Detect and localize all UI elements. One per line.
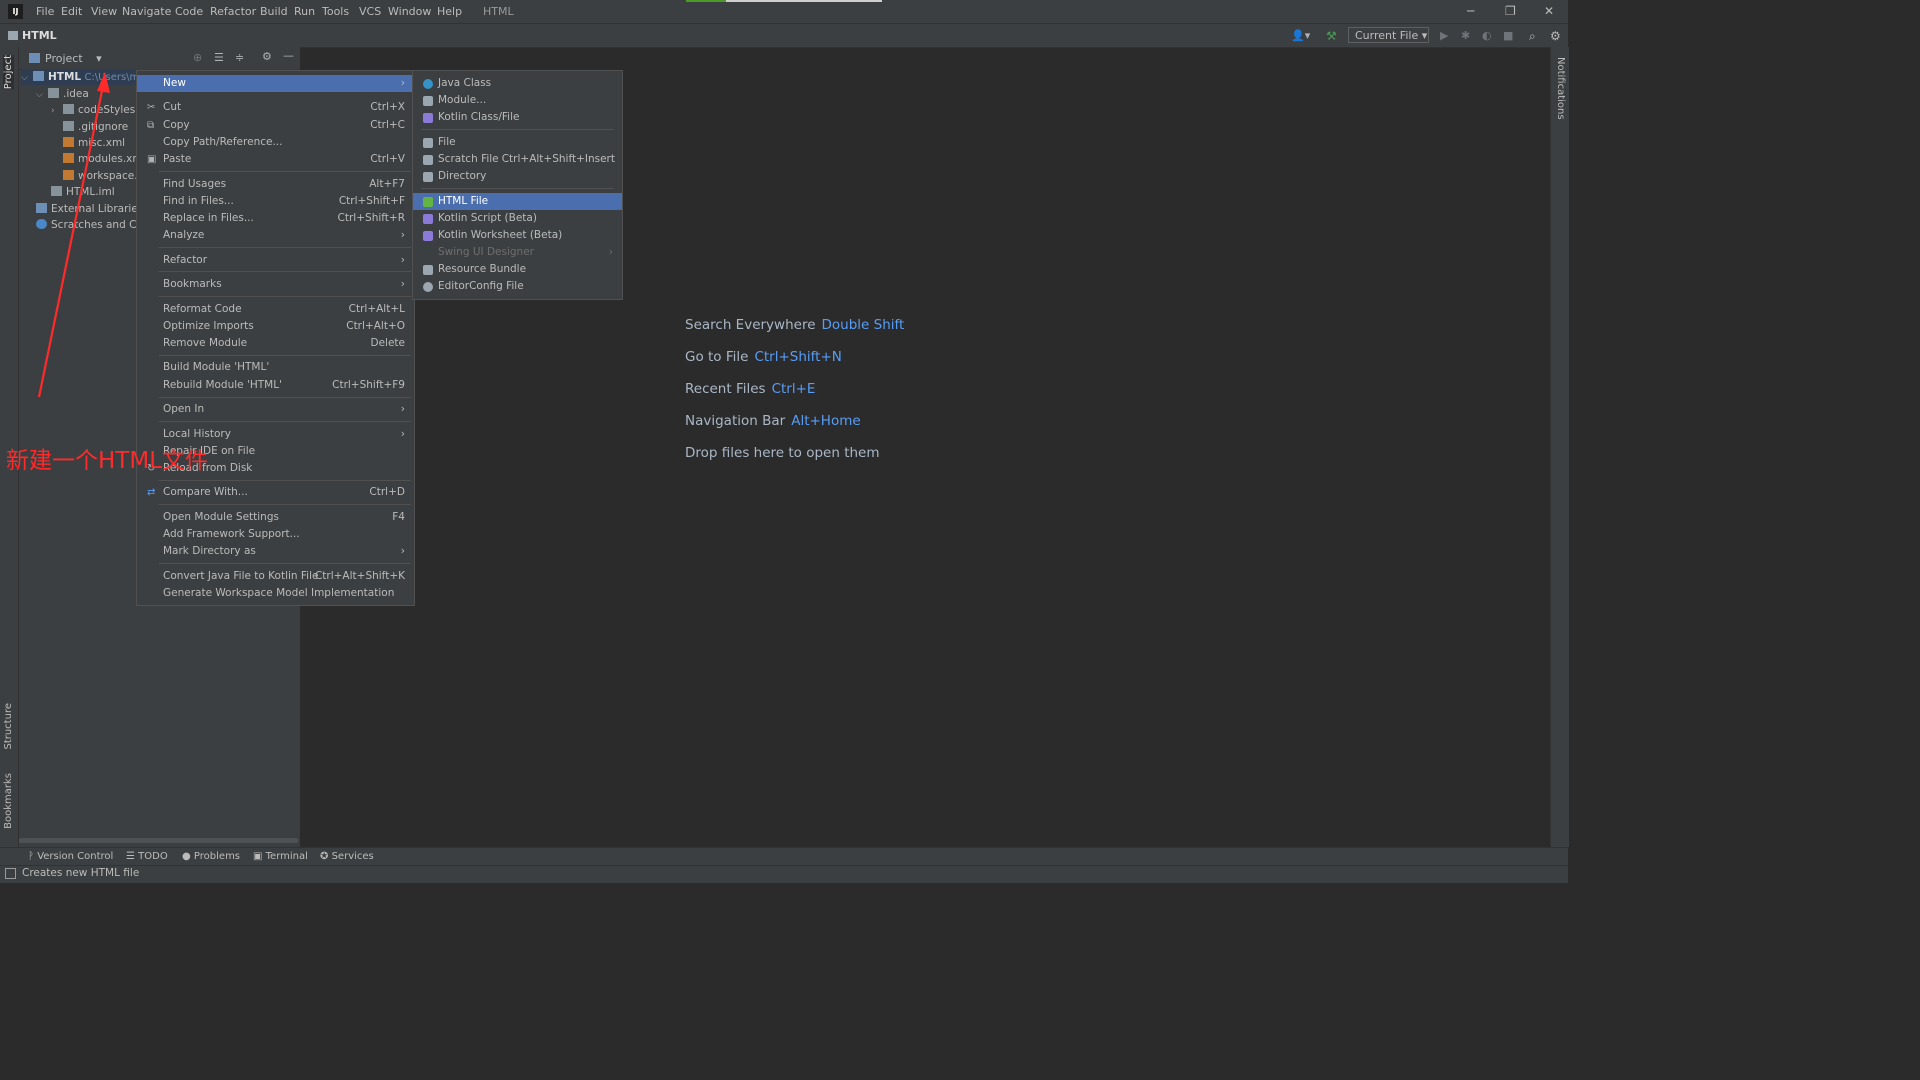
annotation-arrow xyxy=(37,72,110,398)
menu-item-open-module-settings[interactable]: Open Module Settings F4 xyxy=(137,509,414,526)
submenu-item-html-file[interactable]: HTML File xyxy=(413,193,622,210)
menu-window[interactable]: Window xyxy=(388,5,431,18)
folder-icon xyxy=(423,172,433,182)
right-tool-stripe: Notifications xyxy=(1550,47,1569,847)
submenu-item-swing-ui-designer: Swing UI Designer › xyxy=(413,244,622,261)
run-configuration-select[interactable]: Current File ▾ xyxy=(1348,27,1429,43)
hint-navigation-bar: Navigation Bar Alt+Home xyxy=(685,413,861,429)
build-hammer-icon[interactable]: ⚒ xyxy=(1326,29,1337,43)
menu-separator xyxy=(421,188,614,189)
kotlin-icon xyxy=(423,113,433,123)
terminal-icon: ▣ xyxy=(253,851,263,862)
structure-tool-tab[interactable]: Structure xyxy=(3,703,14,750)
submenu-item-kotlin-worksheet[interactable]: Kotlin Worksheet (Beta) xyxy=(413,227,622,244)
menu-separator xyxy=(159,480,411,481)
submenu-item-module[interactable]: Module... xyxy=(413,92,622,109)
menu-help[interactable]: Help xyxy=(437,5,462,18)
menu-vcs[interactable]: VCS xyxy=(359,5,381,18)
menu-item-convert-java-to-kotlin[interactable]: Convert Java File to Kotlin File Ctrl+Alt… xyxy=(137,568,414,585)
tool-window-bar: ᚹ Version Control ☰ TODO ● Problems ▣ Te… xyxy=(0,847,1568,866)
chevron-right-icon: › xyxy=(400,403,405,415)
menu-separator xyxy=(421,129,614,130)
tool-window-todo[interactable]: ☰ TODO xyxy=(126,851,168,862)
chevron-right-icon: › xyxy=(400,278,405,290)
submenu-item-file[interactable]: File xyxy=(413,134,622,151)
window-title: HTML xyxy=(483,5,514,18)
services-icon: ✪ xyxy=(320,851,329,862)
info-icon: ● xyxy=(182,851,191,862)
chevron-right-icon: › xyxy=(400,229,405,241)
file-icon xyxy=(423,138,433,148)
branch-icon: ᚹ xyxy=(28,851,34,862)
menu-item-compare-with[interactable]: ⇄ Compare With... Ctrl+D xyxy=(137,484,414,501)
chevron-right-icon: › xyxy=(400,254,405,266)
submenu-item-kotlin-class[interactable]: Kotlin Class/File xyxy=(413,109,622,126)
tool-window-services[interactable]: ✪ Services xyxy=(320,851,374,862)
menu-item-mark-directory-as[interactable]: Mark Directory as › xyxy=(137,543,414,560)
bookmarks-tool-tab[interactable]: Bookmarks xyxy=(3,773,14,829)
chevron-right-icon: › xyxy=(400,77,405,89)
hint-go-to-file: Go to File Ctrl+Shift+N xyxy=(685,349,842,365)
gear-icon[interactable]: ⚙ xyxy=(1550,29,1561,43)
debug-icon[interactable]: ✱ xyxy=(1461,29,1470,42)
horizontal-scrollbar[interactable] xyxy=(19,838,298,843)
html-file-icon xyxy=(423,197,433,207)
minimize-button[interactable]: ─ xyxy=(1467,4,1474,18)
chevron-right-icon: › xyxy=(608,246,613,258)
submenu-item-kotlin-script[interactable]: Kotlin Script (Beta) xyxy=(413,210,622,227)
submenu-item-scratch-file[interactable]: Scratch File Ctrl+Alt+Shift+Insert xyxy=(413,151,622,168)
restore-button[interactable]: ❐ xyxy=(1505,4,1516,18)
status-layout-icon[interactable] xyxy=(5,868,16,879)
gear-icon xyxy=(423,282,433,292)
new-submenu: Java Class Module... Kotlin Class/File F… xyxy=(412,70,623,300)
status-text: Creates new HTML file xyxy=(22,867,140,879)
module-icon xyxy=(423,96,433,106)
close-button[interactable]: ✕ xyxy=(1544,4,1554,18)
hint-recent-files: Recent Files Ctrl+E xyxy=(685,381,816,397)
menu-separator xyxy=(159,563,411,564)
submenu-item-resource-bundle[interactable]: Resource Bundle xyxy=(413,261,622,278)
chevron-right-icon: › xyxy=(400,428,405,440)
menu-separator xyxy=(159,504,411,505)
hint-search-everywhere: Search Everywhere Double Shift xyxy=(685,317,905,333)
menu-item-generate-workspace-model[interactable]: Generate Workspace Model Implementation xyxy=(137,585,414,602)
java-class-icon xyxy=(423,79,433,89)
submenu-item-java-class[interactable]: Java Class xyxy=(413,75,622,92)
notifications-tool-tab[interactable]: Notifications xyxy=(1555,57,1566,120)
kotlin-script-icon xyxy=(423,214,433,224)
menu-item-add-framework-support[interactable]: Add Framework Support... xyxy=(137,526,414,543)
chevron-right-icon: › xyxy=(400,545,405,557)
search-icon[interactable]: ⌕ xyxy=(1529,29,1536,44)
hint-drop-files: Drop files here to open them xyxy=(685,445,880,461)
list-icon: ☰ xyxy=(126,851,135,862)
indexing-progress xyxy=(686,0,882,2)
coverage-icon[interactable]: ◐ xyxy=(1482,29,1492,42)
tool-window-problems[interactable]: ● Problems xyxy=(182,851,240,862)
kotlin-worksheet-icon xyxy=(423,231,433,241)
annotation-text: 新建一个HTML文件 xyxy=(6,448,209,474)
stop-icon[interactable]: ■ xyxy=(1503,29,1513,42)
compare-icon: ⇄ xyxy=(147,487,156,498)
submenu-item-directory[interactable]: Directory xyxy=(413,168,622,185)
user-icon[interactable]: 👤▾ xyxy=(1291,29,1310,42)
tool-window-version-control[interactable]: ᚹ Version Control xyxy=(28,851,113,862)
tool-window-terminal[interactable]: ▣ Terminal xyxy=(253,851,308,862)
menu-tools[interactable]: Tools xyxy=(322,5,349,18)
scratch-file-icon xyxy=(423,155,433,165)
chevron-down-icon: ▾ xyxy=(1421,29,1428,42)
submenu-item-editorconfig-file[interactable]: EditorConfig File xyxy=(413,278,622,295)
resource-bundle-icon xyxy=(423,265,433,275)
run-icon[interactable]: ▶ xyxy=(1440,29,1448,42)
status-bar: Creates new HTML file xyxy=(0,865,1568,883)
